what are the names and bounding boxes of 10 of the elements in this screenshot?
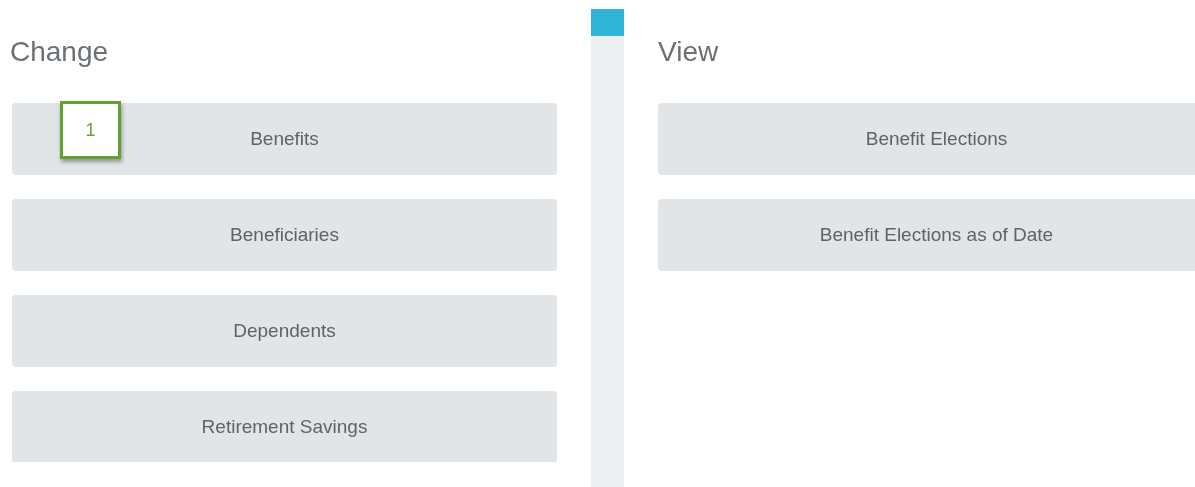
action-button[interactable]: Beneficiaries [12,199,557,271]
action-button[interactable]: Benefit Elections [658,103,1195,175]
action-button[interactable]: Dependents [12,295,557,367]
scrollbar[interactable] [591,9,624,487]
step-badge: 1 [60,101,121,159]
scrollbar-thumb[interactable] [591,9,624,36]
section-title: View [658,35,719,69]
action-button[interactable]: Retirement Savings [12,391,557,462]
action-button[interactable]: Benefit Elections as of Date [658,199,1195,271]
section-title: Change [10,35,109,69]
